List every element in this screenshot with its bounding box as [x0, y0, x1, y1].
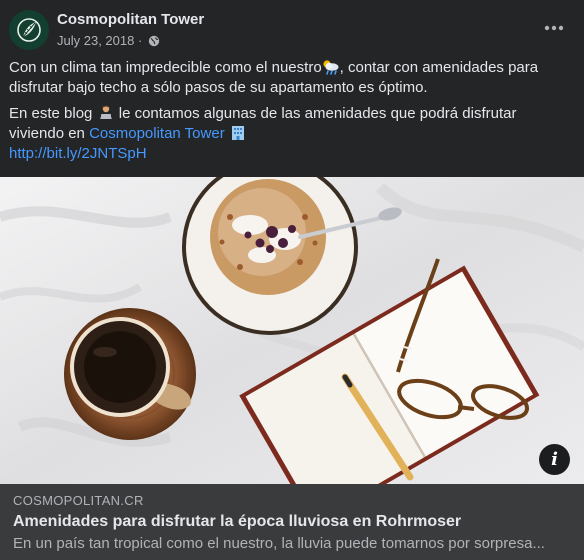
more-options-icon[interactable] — [542, 16, 566, 40]
link-preview-description: En un país tan tropical como el nuestro,… — [13, 535, 545, 552]
page-mention-link[interactable]: Cosmopolitan Tower — [89, 125, 225, 142]
post-meta: July 23, 2018 · — [57, 33, 160, 50]
leaf-logo-icon — [9, 10, 49, 50]
breakfast-photo-illustration — [0, 177, 584, 484]
link-preview-image[interactable]: i — [0, 177, 584, 484]
post-text-paragraph-2: En este blog le contamos algunas de las … — [9, 104, 575, 164]
post-text-line1-start: Con un clima tan impredecible como el nu… — [9, 59, 322, 76]
link-preview-title[interactable]: Amenidades para disfrutar la época lluvi… — [13, 513, 461, 531]
person-laptop-emoji-icon — [97, 105, 115, 121]
link-preview-card[interactable]: COSMOPOLITAN.CR Amenidades para disfruta… — [0, 484, 584, 560]
post-text-line2-start: En este blog — [9, 105, 97, 122]
meta-separator: · — [137, 33, 143, 48]
post-text-paragraph-1: Con un clima tan impredecible como el nu… — [9, 58, 575, 98]
page-name[interactable]: Cosmopolitan Tower — [57, 11, 204, 28]
post-date[interactable]: July 23, 2018 — [57, 33, 134, 48]
office-building-emoji-icon — [229, 125, 247, 141]
globe-icon[interactable] — [148, 35, 160, 50]
post-url-link[interactable]: http://bit.ly/2JNTSpH — [9, 145, 147, 162]
link-preview-domain: COSMOPOLITAN.CR — [13, 493, 144, 508]
post-header: Cosmopolitan Tower July 23, 2018 · — [0, 0, 584, 58]
info-icon[interactable]: i — [539, 444, 570, 475]
page-avatar[interactable] — [9, 10, 49, 50]
rain-cloud-emoji-icon — [322, 59, 340, 75]
facebook-post: Cosmopolitan Tower July 23, 2018 · Con u… — [0, 0, 584, 560]
